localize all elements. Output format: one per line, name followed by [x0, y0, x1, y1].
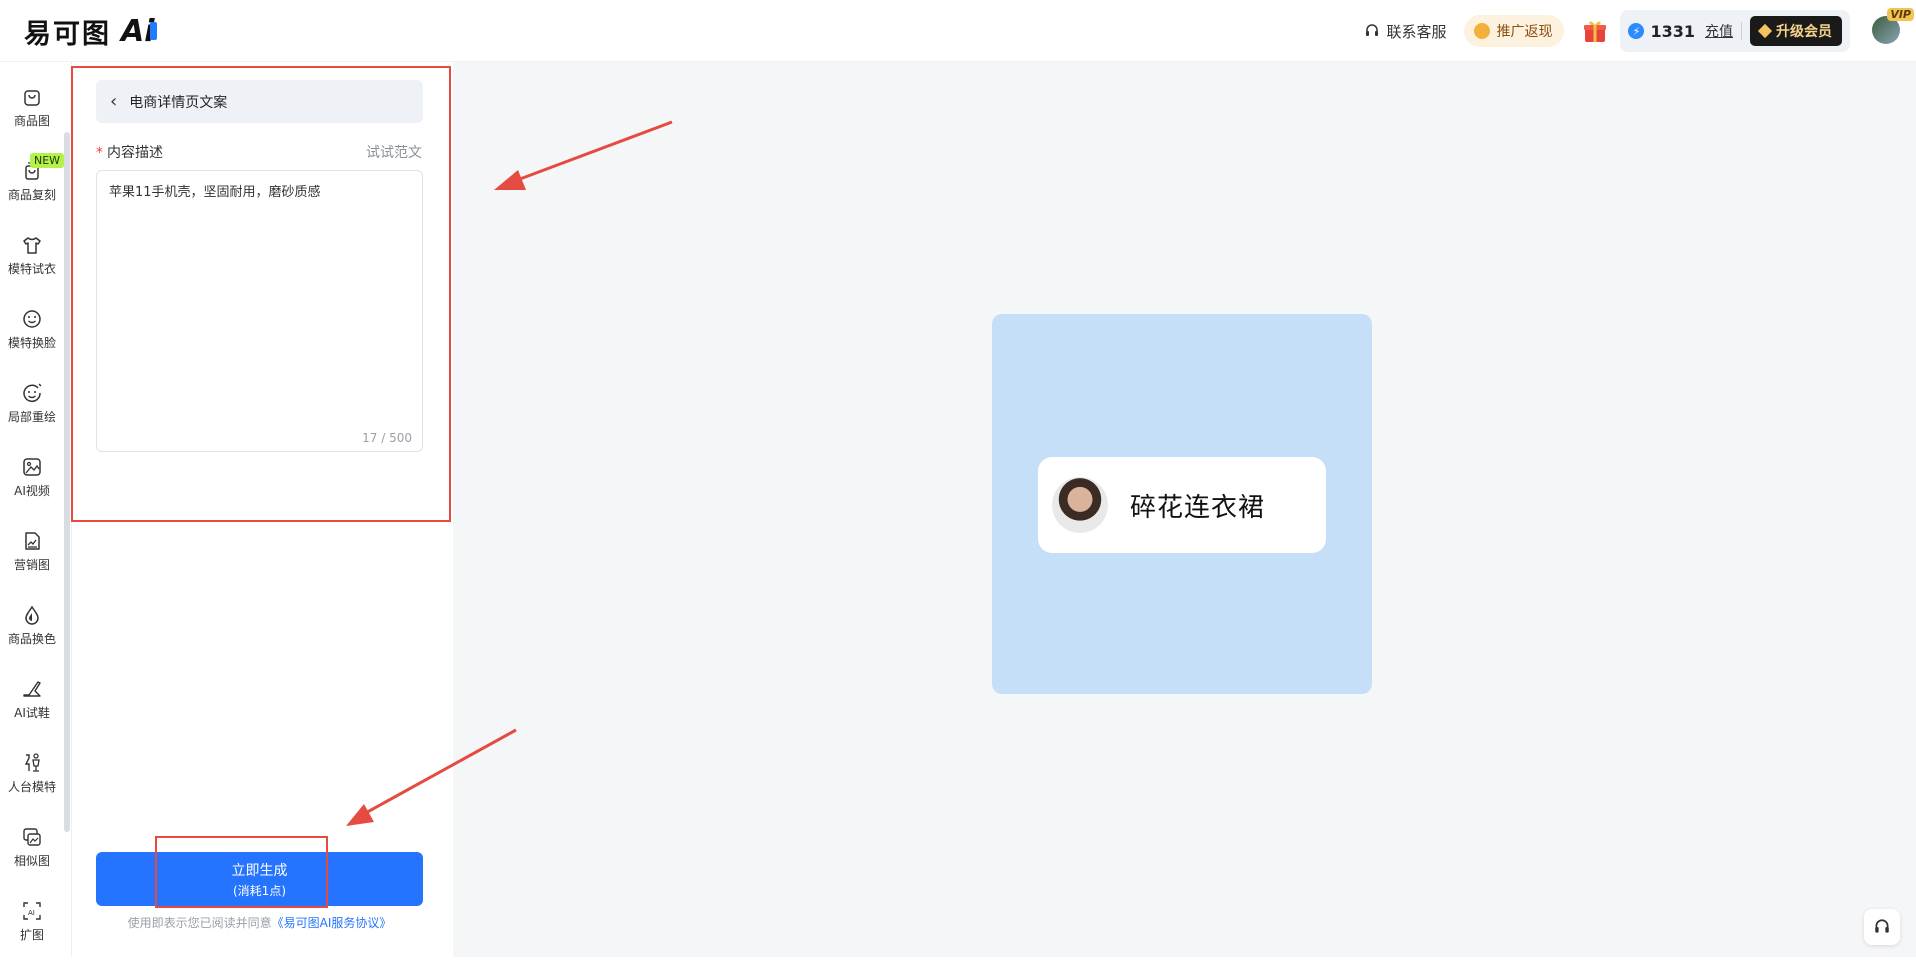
agreement-text: 使用即表示您已阅读并同意	[127, 916, 272, 930]
video-icon	[23, 458, 41, 476]
support-float-button[interactable]	[1864, 909, 1900, 945]
sidebar-item-label: 相似图	[13, 854, 50, 868]
chart-doc-icon	[25, 532, 40, 550]
droplet-icon	[25, 605, 39, 625]
service-label: 联系客服	[1386, 22, 1447, 41]
face-edit-icon	[23, 383, 42, 402]
sidebar-item-label: 商品换色	[7, 632, 56, 646]
vip-badge: VIP	[1887, 8, 1914, 21]
sidebar-item-label: 扩图	[19, 928, 44, 942]
sidebar-item-face-swap[interactable]: 模特换脸	[0, 308, 64, 368]
sidebar-item-recolor[interactable]: 商品换色	[0, 604, 64, 664]
sidebar-item-label: AI试鞋	[14, 706, 50, 720]
sidebar-item-product-image[interactable]: 商品图	[0, 86, 64, 146]
diamond-icon	[1757, 23, 1773, 39]
shoe-icon	[23, 681, 41, 697]
header-actions: 联系客服 推广返现 ⚡ 1331 充值 升级会员 VIP	[1364, 8, 1914, 52]
points-panel: ⚡ 1331 充值 升级会员	[1620, 10, 1850, 52]
sidebar-item-product-replica[interactable]: NEW 商品复刻	[0, 153, 65, 220]
coin-icon	[1474, 23, 1491, 39]
sidebar-item-model-tryon[interactable]: 模特试衣	[0, 234, 64, 294]
preview-area: 碎花连衣裙	[453, 62, 1916, 957]
points-value: 1331	[1650, 21, 1695, 41]
sidebar-item-marketing[interactable]: 营销图	[0, 530, 64, 590]
sidebar-item-label: 商品图	[13, 114, 50, 128]
chip-text: 碎花连衣裙	[1130, 492, 1266, 523]
sidebar-item-label: AI视频	[14, 484, 50, 498]
lightning-icon: ⚡	[1628, 23, 1645, 39]
sidebar-item-label: 人台模特	[7, 780, 56, 794]
sidebar-item-ai-video[interactable]: AI视频	[0, 456, 64, 516]
top-header: 易可图 Ai 联系客服 推广返现 ⚡ 1331 充值 升级会员 VIP	[0, 0, 1916, 62]
bag-icon	[24, 90, 40, 106]
sidebar-item-local-redraw[interactable]: 局部重绘	[0, 382, 64, 442]
divider	[1741, 22, 1742, 40]
upgrade-label: 升级会员	[1776, 24, 1832, 40]
sidebar-item-label: 营销图	[13, 558, 50, 572]
sidebar-item-label: 模特换脸	[7, 336, 56, 350]
logo-text: 易可图	[24, 18, 111, 50]
headset-icon	[1366, 24, 1379, 36]
sidebar-scrollbar[interactable]	[64, 132, 70, 832]
sidebar-item-similar-image[interactable]: 相似图	[0, 826, 64, 886]
headset-icon	[1875, 919, 1889, 933]
sidebar-item-ai-shoes[interactable]: AI试鞋	[0, 678, 64, 738]
images-icon	[23, 828, 41, 846]
mannequin-icon	[24, 753, 40, 772]
sidebar-item-label: 局部重绘	[7, 410, 56, 424]
annotation-box-form	[71, 66, 451, 522]
upgrade-member-button[interactable]: 升级会员	[1750, 16, 1842, 46]
user-avatar[interactable]: VIP	[1872, 8, 1914, 46]
preview-card: 碎花连衣裙	[992, 314, 1372, 694]
promo-cashback-button[interactable]: 推广返现	[1464, 15, 1565, 47]
svg-text:AI: AI	[28, 909, 35, 917]
face-icon	[23, 310, 41, 328]
preview-chip: 碎花连衣裙	[1038, 457, 1326, 553]
gift-icon[interactable]	[1582, 18, 1608, 44]
model-avatar	[1052, 477, 1108, 533]
recharge-link[interactable]: 充值	[1705, 21, 1733, 41]
sidebar-item-label: 模特试衣	[7, 262, 56, 276]
agreement-link[interactable]: 《易可图AI服务协议》	[272, 916, 392, 930]
new-badge: NEW	[30, 153, 65, 168]
annotation-box-generate	[155, 836, 328, 908]
expand-icon: AI	[23, 902, 41, 920]
sidebar-item-mannequin[interactable]: 人台模特	[0, 752, 64, 812]
promo-label: 推广返现	[1496, 24, 1553, 40]
logo[interactable]: 易可图 Ai	[24, 13, 157, 50]
sidebar-nav: 商品图 NEW 商品复刻 模特试衣 模特换脸 局部重绘 AI视频 营销图 商品换…	[0, 62, 72, 957]
agreement-note: 使用即表示您已阅读并同意《易可图AI服务协议》	[96, 914, 423, 931]
sidebar-item-expand[interactable]: AI 扩图	[0, 900, 64, 960]
logo-ai-mark: Ai	[121, 13, 157, 49]
shirt-icon	[23, 237, 41, 254]
customer-service-link[interactable]: 联系客服	[1364, 21, 1446, 42]
sidebar-item-label: 商品复刻	[7, 188, 56, 202]
